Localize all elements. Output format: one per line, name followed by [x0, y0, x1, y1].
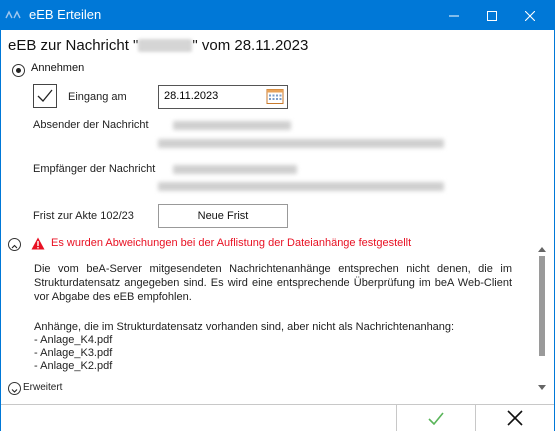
- sender-label: Absender der Nachricht: [33, 119, 149, 131]
- confirm-button[interactable]: [397, 405, 475, 431]
- chevron-up-icon: [11, 244, 18, 249]
- scroll-up-arrow-icon[interactable]: [538, 247, 546, 252]
- minimize-icon: [449, 15, 459, 16]
- recipient-name-redacted: [173, 165, 297, 174]
- accept-radio[interactable]: [12, 64, 25, 77]
- advanced-label[interactable]: Erweitert: [23, 382, 62, 393]
- cancel-button[interactable]: [476, 405, 554, 431]
- vertical-scrollbar[interactable]: [536, 245, 548, 392]
- attachment-item: - Anlage_K4.pdf: [34, 334, 113, 346]
- attachments-intro: Anhänge, die im Strukturdatensatz vorhan…: [34, 321, 455, 333]
- redacted-subject: [138, 39, 193, 52]
- accept-radio-label: Annehmen: [31, 62, 85, 74]
- collapse-warning-button[interactable]: [8, 238, 21, 251]
- recipient-label: Empfänger der Nachricht: [33, 163, 156, 175]
- page-title: eEB zur Nachricht " " vom 28.11.2023: [8, 37, 308, 54]
- sender-name-redacted: [173, 121, 291, 130]
- dialog-window: eEB Erteilen eEB zur Nachricht " " vom 28…: [0, 0, 555, 431]
- calendar-icon[interactable]: [266, 88, 284, 105]
- sender-address-redacted: [158, 139, 444, 148]
- eingang-date-field[interactable]: 28.11.2023: [158, 85, 288, 109]
- dialog-footer: [1, 404, 554, 431]
- close-button[interactable]: [515, 1, 545, 30]
- check-icon: [37, 89, 53, 102]
- eingang-checkbox[interactable]: [33, 84, 57, 108]
- attachment-item: - Anlage_K3.pdf: [34, 347, 113, 359]
- deadline-label: Frist zur Akte 102/23: [33, 210, 134, 222]
- title-suffix: " vom 28.11.2023: [192, 37, 309, 54]
- attachments-list: Anhänge, die im Strukturdatensatz vorhan…: [34, 321, 454, 373]
- app-icon: [5, 10, 21, 19]
- minimize-button[interactable]: [439, 1, 469, 30]
- warning-text: Es wurden Abweichungen bei der Auflistun…: [51, 237, 412, 249]
- title-bar[interactable]: eEB Erteilen: [1, 1, 554, 30]
- scroll-down-arrow-icon[interactable]: [538, 385, 546, 390]
- scrollbar-thumb[interactable]: [539, 256, 545, 356]
- expand-advanced-button[interactable]: [8, 382, 21, 395]
- recipient-address-redacted: [158, 182, 444, 191]
- eingang-date-value: 28.11.2023: [164, 90, 219, 102]
- window-title: eEB Erteilen: [29, 7, 102, 22]
- eingang-label: Eingang am: [68, 91, 127, 103]
- maximize-icon: [487, 10, 497, 21]
- warning-message: Die vom beA-Server mitgesendeten Nachric…: [34, 262, 512, 304]
- maximize-button[interactable]: [477, 1, 507, 30]
- title-prefix: eEB zur Nachricht ": [8, 37, 139, 54]
- new-deadline-button[interactable]: Neue Frist: [158, 204, 288, 228]
- warning-message-text: Die vom beA-Server mitgesendeten Nachric…: [34, 263, 512, 303]
- dialog-content: eEB zur Nachricht " " vom 28.11.2023 Anne…: [1, 30, 554, 431]
- chevron-down-icon: [11, 389, 18, 393]
- close-icon: [525, 10, 535, 21]
- x-icon: [507, 410, 523, 426]
- check-icon: [428, 411, 444, 425]
- attachment-item: - Anlage_K2.pdf: [34, 360, 113, 372]
- warning-icon: [31, 237, 45, 250]
